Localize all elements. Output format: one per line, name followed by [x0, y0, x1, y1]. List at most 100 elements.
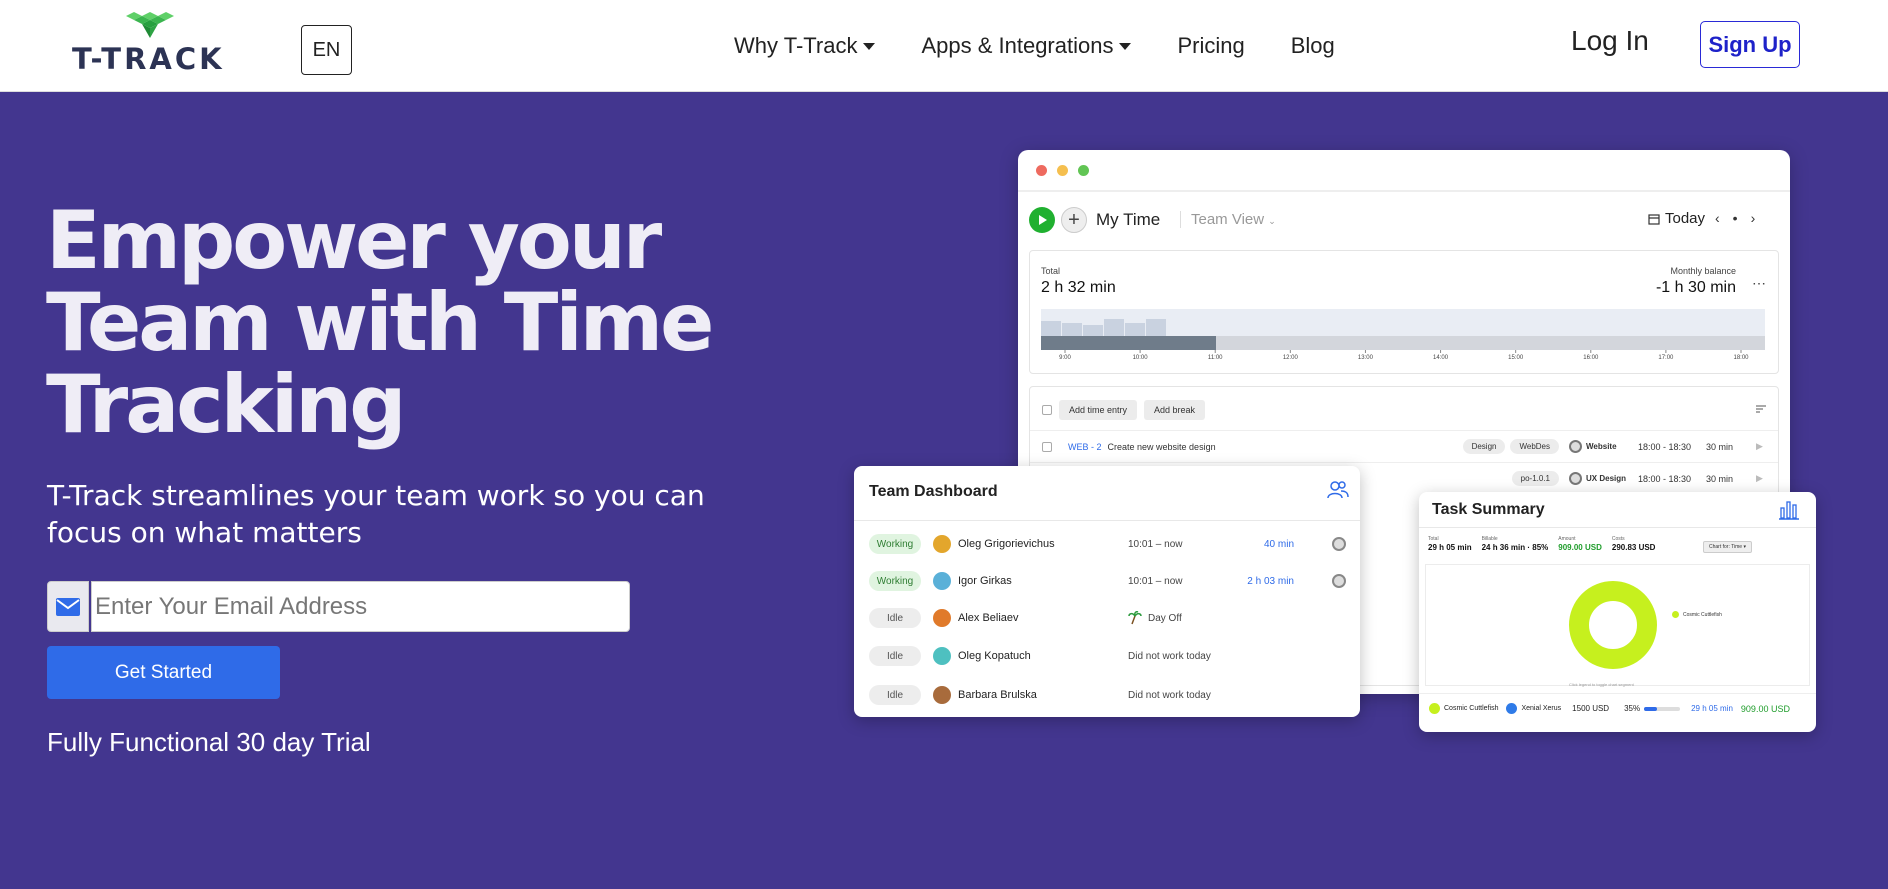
member-name: Igor Girkas — [958, 575, 1012, 587]
entries-toolbar: Add time entry Add break — [1042, 400, 1206, 420]
clock-icon — [1332, 574, 1346, 588]
minimize-dot — [1057, 165, 1068, 176]
donut-segment[interactable] — [1569, 581, 1657, 669]
site-header: T-TRACK EN Why T-Track Apps & Integratio… — [0, 0, 1888, 92]
hour-tick-label: 15:00 — [1508, 355, 1524, 359]
stat-label: Billable — [1481, 536, 1498, 542]
entry-range: 18:00 - 18:30 — [1638, 441, 1692, 452]
team-dashboard-card: Team Dashboard Working Oleg Grigorievich… — [854, 466, 1360, 717]
totals-panel: Total 2 h 32 min Monthly balance -1 h 30… — [1029, 250, 1779, 374]
divider — [1018, 190, 1790, 192]
nav-blog[interactable]: Blog — [1291, 33, 1335, 59]
team-member-row[interactable]: Working Oleg Grigorievichus 10:01 – now … — [854, 529, 1360, 559]
caret-down-icon — [863, 42, 876, 50]
avatar — [933, 647, 951, 665]
add-break-button[interactable]: Add break — [1144, 400, 1206, 420]
donut-chart — [1569, 581, 1657, 669]
status-badge: Idle — [869, 646, 921, 666]
language-button[interactable]: EN — [301, 25, 352, 75]
nav-apps-integrations[interactable]: Apps & Integrations — [921, 33, 1132, 59]
project-icon — [1569, 472, 1582, 485]
member-name: Oleg Kopatuch — [958, 650, 1031, 662]
hero-subtitle: T-Track streamlines your team work so yo… — [47, 477, 747, 551]
team-view-label: Team View — [1191, 211, 1265, 228]
stat-label: Amount — [1558, 536, 1576, 542]
sort-icon[interactable] — [1756, 405, 1766, 413]
stat-label: Total — [1428, 536, 1439, 542]
nav-why-t-track[interactable]: Why T-Track — [734, 33, 876, 59]
logo-icon — [126, 12, 174, 38]
signup-button[interactable]: Sign Up — [1700, 21, 1800, 68]
email-input[interactable] — [91, 581, 630, 632]
hour-tick-label: 18:00 — [1733, 355, 1749, 359]
stat-costs: Costs 290.83 USD — [1612, 536, 1656, 552]
hour-tick-label: 17:00 — [1658, 355, 1674, 359]
team-member-row[interactable]: Idle Barbara Brulska Did not work today — [854, 680, 1360, 710]
entry-tag: po-1.0.1 — [1511, 471, 1559, 486]
team-dashboard-title: Team Dashboard — [869, 483, 998, 500]
team-view-dropdown[interactable]: Team View ⌄ — [1180, 211, 1276, 228]
envelope-icon — [47, 581, 89, 632]
total-label: Total — [1041, 266, 1061, 276]
member-time: Did not work today — [1128, 650, 1211, 662]
avatar — [933, 572, 951, 590]
maximize-dot — [1078, 165, 1089, 176]
entry-tag: WebDes — [1510, 439, 1559, 454]
stat-total: Total 29 h 05 min — [1428, 536, 1472, 552]
entry-ticket[interactable]: WEB - 2 — [1068, 442, 1102, 452]
get-started-button[interactable]: Get Started — [47, 646, 280, 699]
nav-label: Blog — [1290, 33, 1335, 58]
add-time-entry-button[interactable]: Add time entry — [1059, 400, 1138, 420]
legend-swatch — [1672, 611, 1679, 618]
project-icon — [1569, 440, 1582, 453]
hero-title: Empower your Team with Time Tracking — [46, 200, 746, 446]
play-icon[interactable]: ▶ — [1756, 441, 1778, 452]
nav-label: Pricing — [1177, 33, 1245, 58]
chevron-right-icon[interactable]: › — [1751, 210, 1756, 226]
member-time: Did not work today — [1128, 689, 1211, 701]
task-name: Xenial Xerus — [1521, 705, 1562, 712]
chart-legend[interactable]: Cosmic Cuttlefish — [1672, 611, 1722, 618]
day-off-label: Day Off — [1148, 612, 1182, 624]
entry-project: Website — [1586, 442, 1617, 451]
current-day-dot[interactable]: • — [1733, 210, 1738, 226]
bar-chart-icon[interactable] — [1778, 498, 1800, 520]
caret-down-icon — [1119, 42, 1132, 50]
plus-icon[interactable]: + — [1061, 207, 1087, 233]
task-duration: 29 h 05 min — [1691, 704, 1733, 713]
team-members-icon[interactable] — [1327, 480, 1349, 500]
balance-label: Monthly balance — [1670, 266, 1736, 276]
member-duration: 40 min — [1263, 538, 1294, 550]
entry-checkbox[interactable] — [1042, 441, 1052, 452]
team-member-row[interactable]: Idle Oleg Kopatuch Did not work today — [854, 641, 1360, 671]
avatar — [933, 535, 951, 553]
timeline-chart: 9:00 10:00 11:00 12:00 13:00 14:00 15:00 16:00 1… — [1041, 309, 1765, 359]
window-controls — [1036, 165, 1089, 176]
login-link[interactable]: Log In — [1571, 25, 1649, 57]
hero-title-line: Empower your — [46, 194, 662, 287]
time-entry-row[interactable]: WEB - 2 Create new website design Design… — [1030, 430, 1778, 462]
chart-type-select[interactable]: Chart for: Time ▾ — [1703, 541, 1752, 553]
team-member-row[interactable]: Idle Alex Beliaev Day Off — [854, 603, 1360, 633]
summary-stats: Total 29 h 05 min Billable 24 h 36 min ·… — [1428, 536, 1655, 552]
play-icon[interactable]: ▶ — [1756, 473, 1778, 484]
select-all-checkbox[interactable] — [1042, 405, 1052, 415]
nav-pricing[interactable]: Pricing — [1177, 33, 1244, 59]
avatar — [933, 609, 951, 627]
total-value: 2 h 32 min — [1041, 279, 1116, 296]
more-icon[interactable]: ⋯ — [1752, 275, 1766, 292]
today-label: Today — [1665, 210, 1706, 227]
task-row[interactable]: Cosmic Cuttlefish Xenial Xerus 1500 USD … — [1419, 693, 1816, 723]
date-picker[interactable]: Today — [1648, 210, 1705, 227]
hero-subtitle-line: T-Track streamlines your team work so yo… — [47, 479, 705, 512]
close-dot — [1036, 165, 1047, 176]
chart-hint: Click legend to toggle chart segment — [1569, 682, 1634, 687]
trial-note: Fully Functional 30 day Trial — [47, 727, 371, 757]
entry-description: Create new website design — [1107, 441, 1216, 452]
entry-tag: Design — [1462, 439, 1506, 454]
t-track-logo[interactable]: T-TRACK — [72, 12, 228, 76]
team-member-row[interactable]: Working Igor Girkas 10:01 – now 2 h 03 m… — [854, 566, 1360, 596]
play-icon[interactable] — [1029, 207, 1055, 233]
member-name: Oleg Grigorievichus — [958, 538, 1055, 550]
chevron-left-icon[interactable]: ‹ — [1715, 210, 1720, 226]
